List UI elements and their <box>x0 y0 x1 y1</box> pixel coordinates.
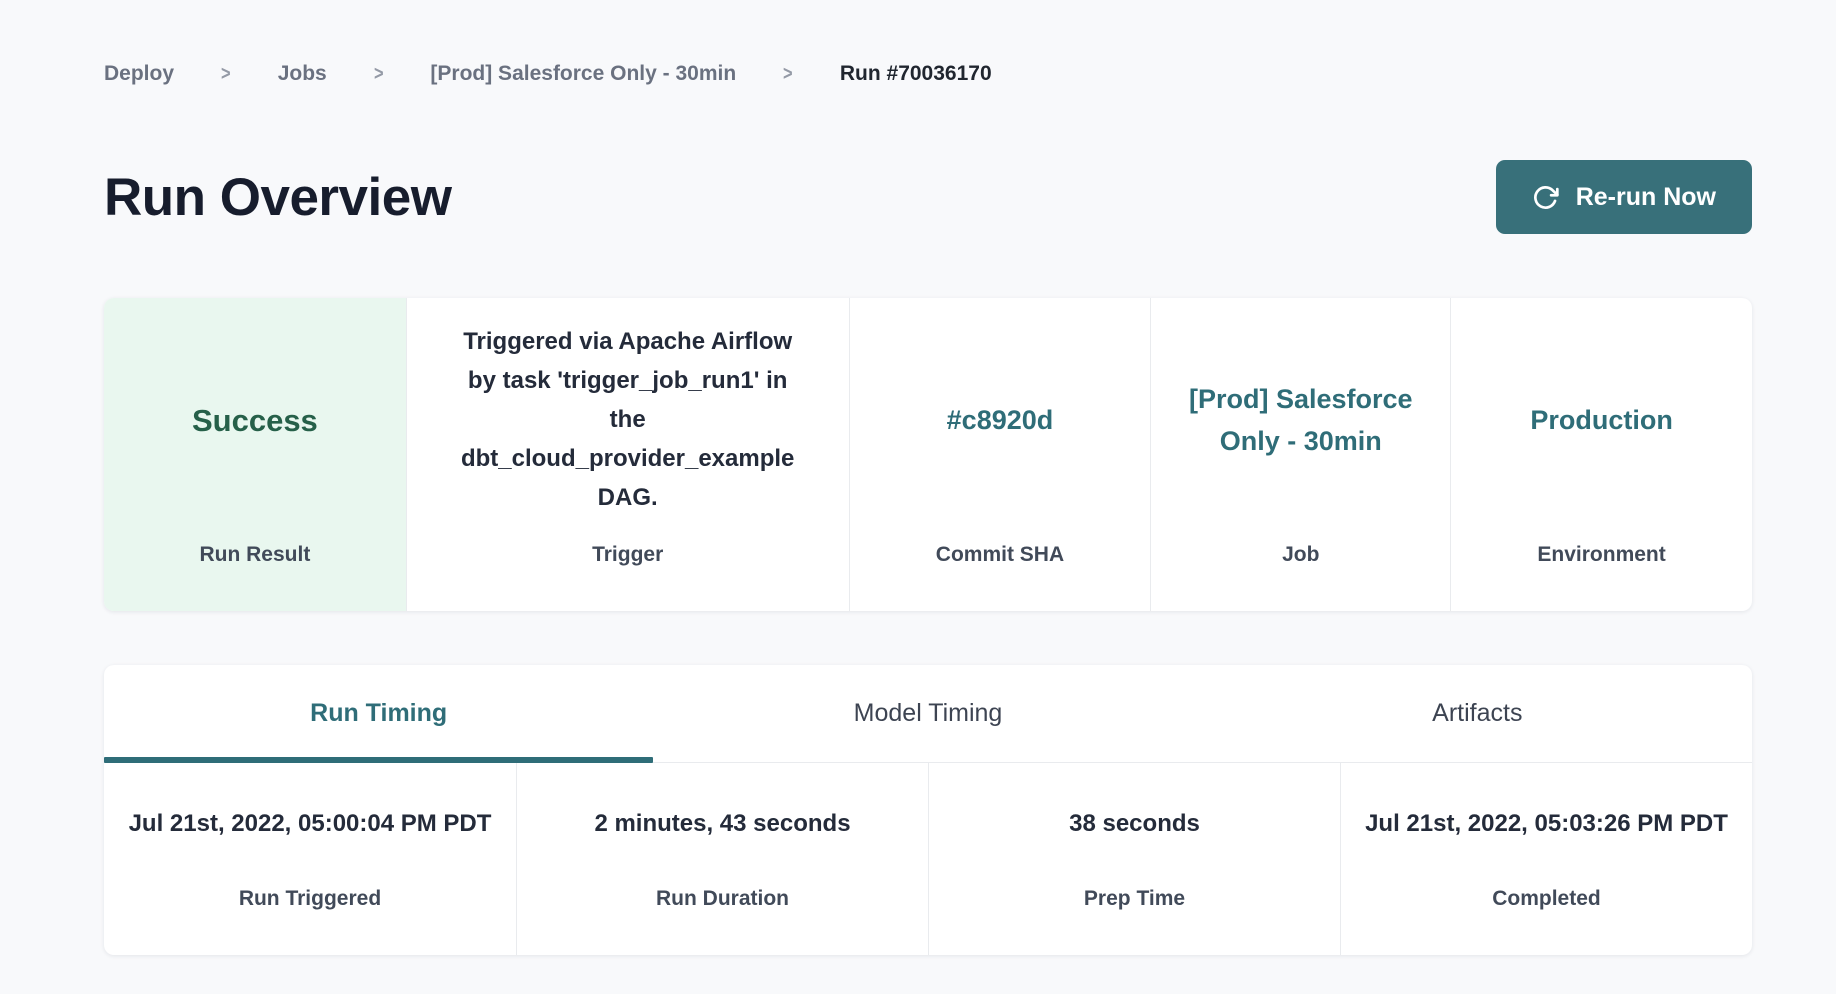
summary-card-job: [Prod] Salesforce Only - 30min Job <box>1150 298 1450 611</box>
breadcrumb-item-deploy[interactable]: Deploy <box>104 62 174 86</box>
chevron-right-icon: > <box>783 63 793 86</box>
breadcrumb-item-job-name[interactable]: [Prod] Salesforce Only - 30min <box>430 62 736 86</box>
timing-cell-run-triggered: Jul 21st, 2022, 05:00:04 PM PDT Run Trig… <box>104 763 516 955</box>
refresh-cw-icon <box>1532 184 1559 211</box>
trigger-label: Trigger <box>592 543 663 611</box>
summary-card-run-result: Success Run Result <box>104 298 406 611</box>
prep-time-value: 38 seconds <box>1069 807 1200 883</box>
timing-cell-run-duration: 2 minutes, 43 seconds Run Duration <box>516 763 928 955</box>
rerun-now-button[interactable]: Re-run Now <box>1496 160 1752 234</box>
tab-artifacts[interactable]: Artifacts <box>1203 665 1752 762</box>
page-header: Run Overview Re-run Now <box>104 160 1752 234</box>
rerun-now-label: Re-run Now <box>1576 183 1716 212</box>
tab-bar: Run Timing Model Timing Artifacts <box>104 665 1752 763</box>
page-title: Run Overview <box>104 171 451 224</box>
summary-card-environment: Production Environment <box>1450 298 1752 611</box>
tab-artifacts-label: Artifacts <box>1432 699 1522 728</box>
breadcrumb-item-current-run: Run #70036170 <box>840 62 992 86</box>
completed-label: Completed <box>1492 887 1601 911</box>
run-triggered-label: Run Triggered <box>239 887 381 911</box>
environment-link[interactable]: Production <box>1530 400 1673 442</box>
timing-cell-prep-time: 38 seconds Prep Time <box>928 763 1340 955</box>
chevron-right-icon: > <box>221 63 231 86</box>
tab-run-timing-label: Run Timing <box>310 699 447 728</box>
summary-card-commit-sha: #c8920d Commit SHA <box>849 298 1151 611</box>
tab-run-timing[interactable]: Run Timing <box>104 665 653 762</box>
chevron-right-icon: > <box>374 63 384 86</box>
environment-label: Environment <box>1537 543 1665 611</box>
tab-model-timing[interactable]: Model Timing <box>653 665 1202 762</box>
job-link[interactable]: [Prod] Salesforce Only - 30min <box>1186 379 1416 463</box>
run-duration-value: 2 minutes, 43 seconds <box>594 807 850 883</box>
active-tab-indicator <box>104 757 653 763</box>
run-result-value: Success <box>192 403 318 439</box>
run-triggered-value: Jul 21st, 2022, 05:00:04 PM PDT <box>129 807 492 883</box>
run-result-label: Run Result <box>199 543 310 611</box>
breadcrumb-item-jobs[interactable]: Jobs <box>278 62 327 86</box>
commit-sha-link[interactable]: #c8920d <box>947 400 1054 442</box>
run-overview-page: Deploy > Jobs > [Prod] Salesforce Only -… <box>0 0 1836 994</box>
tab-model-timing-label: Model Timing <box>854 699 1003 728</box>
completed-value: Jul 21st, 2022, 05:03:26 PM PDT <box>1365 807 1728 883</box>
trigger-value: Triggered via Apache Airflow by task 'tr… <box>452 323 804 517</box>
job-label: Job <box>1282 543 1319 611</box>
run-timing-panel: Jul 21st, 2022, 05:00:04 PM PDT Run Trig… <box>104 763 1752 955</box>
breadcrumb: Deploy > Jobs > [Prod] Salesforce Only -… <box>104 0 1752 86</box>
summary-card-trigger: Triggered via Apache Airflow by task 'tr… <box>406 298 849 611</box>
prep-time-label: Prep Time <box>1084 887 1185 911</box>
timing-cell-completed: Jul 21st, 2022, 05:03:26 PM PDT Complete… <box>1340 763 1752 955</box>
run-details-card: Run Timing Model Timing Artifacts Jul 21… <box>104 665 1752 955</box>
commit-sha-label: Commit SHA <box>936 543 1064 611</box>
run-summary-row: Success Run Result Triggered via Apache … <box>104 298 1752 611</box>
run-duration-label: Run Duration <box>656 887 789 911</box>
